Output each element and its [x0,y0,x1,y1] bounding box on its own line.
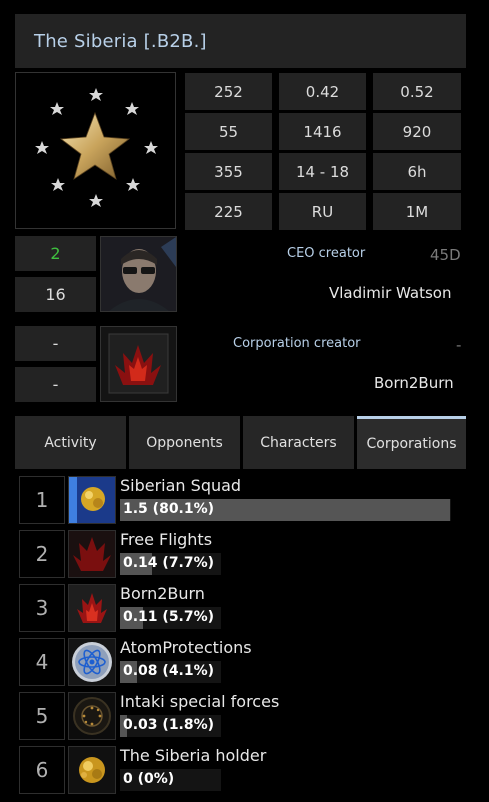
tab-activity[interactable]: Activity [15,416,126,469]
corp-creator-value: - [456,336,462,354]
star-emblem-icon [35,88,158,207]
list-item[interactable]: 1 Siberian Squad 1.5 (80.1%) [19,476,469,524]
share-value: 0.14 (7.7%) [123,555,215,571]
corp-name: Free Flights [120,530,213,549]
gear-ring-icon [68,692,116,740]
rank-number: 4 [19,638,65,686]
red-flame-icon [108,333,169,394]
corp-logo[interactable] [100,326,177,402]
corp-value-top: - [15,326,96,361]
tab-characters[interactable]: Characters [243,416,354,469]
stat-r1-c3: 0.52 [373,73,461,110]
rank-number: 1 [19,476,65,524]
share-value: 0.11 (5.7%) [123,609,215,625]
list-item[interactable]: 3 Born2Burn 0.11 (5.7%) [19,584,469,632]
ceo-count-top: 2 [15,236,96,271]
alliance-logo [15,72,176,229]
stat-r3-c3: 6h [373,153,461,190]
stat-r2-c2: 1416 [279,113,366,150]
tab-corporations[interactable]: Corporations [357,416,466,469]
stat-r1-c1: 252 [185,73,272,110]
ceo-creator-label: CEO creator [287,246,366,261]
list-item[interactable]: 2 Free Flights 0.14 (7.7%) [19,530,469,578]
gold-emblem-icon [68,476,116,524]
corp-creator-label: Corporation creator [233,336,361,351]
stat-r2-c1: 55 [185,113,272,150]
stat-r4-c2: RU [279,193,366,230]
corp-value-bottom: - [15,367,96,402]
corp-name: Born2Burn [120,584,205,603]
list-item[interactable]: 5 Intaki special forces 0.03 (1.8%) [19,692,469,740]
share-value: 1.5 (80.1%) [123,501,215,517]
stat-r3-c1: 355 [185,153,272,190]
stat-r4-c1: 225 [185,193,272,230]
alliance-title: The Siberia [.B2B.] [34,30,207,52]
list-item[interactable]: 6 The Siberia holder 0 (0%) [19,746,469,794]
share-value: 0.08 (4.1%) [123,663,215,679]
share-value: 0 (0%) [123,771,175,787]
ceo-name[interactable]: Vladimir Watson [329,284,451,302]
ceo-age: 45D [430,246,461,264]
list-item[interactable]: 4 AtomProtections 0.08 (4.1%) [19,638,469,686]
stat-r3-c2: 14 - 18 [279,153,366,190]
rank-number: 2 [19,530,65,578]
corp-name: Siberian Squad [120,476,242,495]
atom-icon [68,638,116,686]
corp-name: AtomProtections [120,638,252,657]
stat-r2-c3: 920 [373,113,461,150]
corp-name: Intaki special forces [120,692,280,711]
stat-r1-c2: 0.42 [279,73,366,110]
rank-number: 5 [19,692,65,740]
red-flame-icon [68,530,116,578]
tab-opponents[interactable]: Opponents [129,416,240,469]
stat-r4-c3: 1M [373,193,461,230]
red-flame-icon [68,584,116,632]
corp-name: The Siberia holder [120,746,267,765]
ceo-portrait[interactable] [100,236,177,312]
ceo-avatar-icon [101,237,176,311]
alliance-header: The Siberia [.B2B.] [15,14,466,68]
corp-name[interactable]: Born2Burn [374,374,454,392]
rank-number: 3 [19,584,65,632]
gold-emblem-icon [68,746,116,794]
rank-number: 6 [19,746,65,794]
share-value: 0.03 (1.8%) [123,717,215,733]
ceo-count-bottom: 16 [15,277,96,312]
